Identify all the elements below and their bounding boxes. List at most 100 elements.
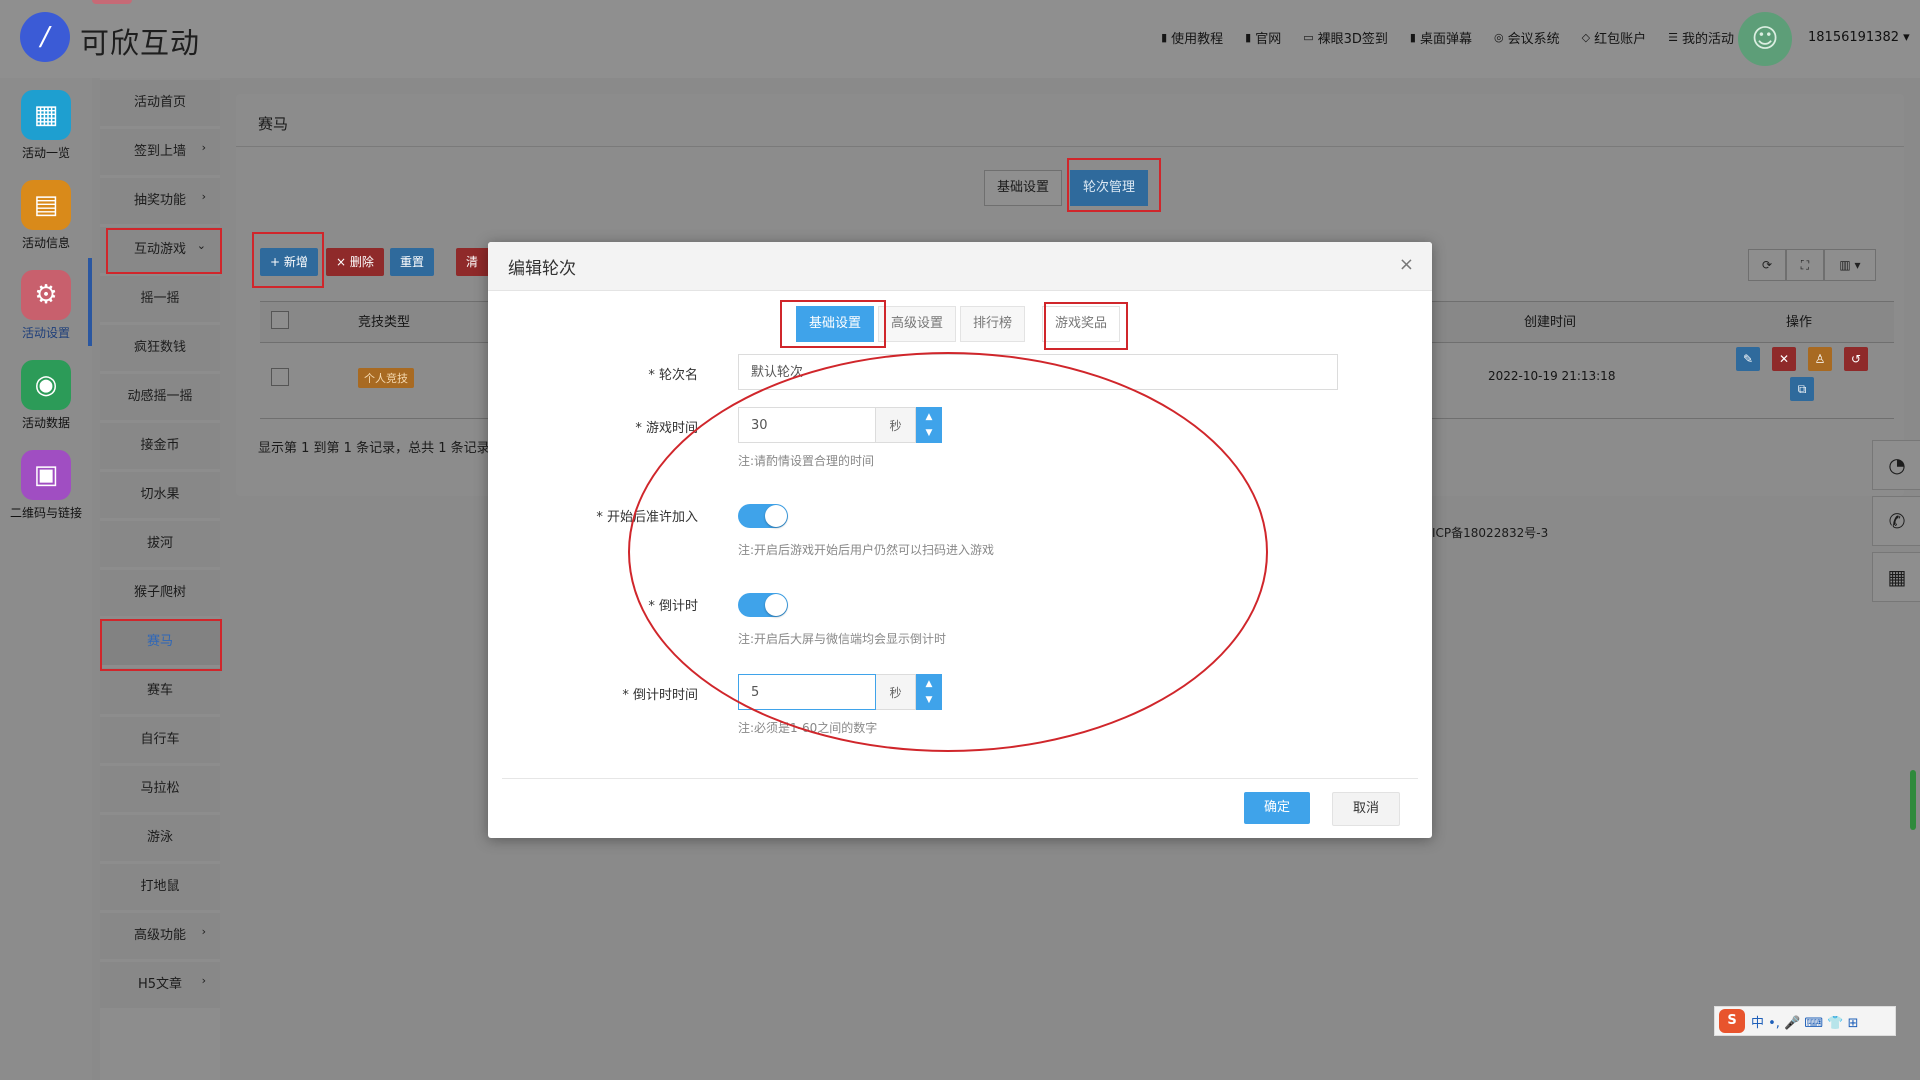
columns-toggle-icon[interactable]: ▥ ▾ xyxy=(1824,249,1876,281)
game-time-label: * 游戏时间 xyxy=(635,421,698,436)
submenu-monkey-climb[interactable]: 猴子爬树 xyxy=(100,570,220,616)
chevron-right-icon: › xyxy=(201,141,206,154)
gear-icon: ⚙ xyxy=(21,270,71,320)
rail-label: 活动数据 xyxy=(21,416,70,430)
user-phone-dropdown[interactable]: 18156191382 ▾ xyxy=(1808,30,1910,45)
submenu-cut-fruit[interactable]: 切水果 xyxy=(100,472,220,518)
submenu-advanced[interactable]: 高级功能 › xyxy=(100,913,220,959)
submenu-label: 猴子爬树 xyxy=(133,585,186,600)
user-icon[interactable]: ♙ xyxy=(1808,347,1832,371)
submenu-swimming[interactable]: 游泳 xyxy=(100,815,220,861)
nav-redpacket[interactable]: ◇ 红包账户 xyxy=(1582,28,1646,47)
highlight-games-menu xyxy=(106,228,222,274)
brand-name[interactable]: 可欣互动 xyxy=(80,20,200,62)
rail-item-info[interactable]: ▤ 活动信息 xyxy=(0,174,92,262)
scrollbar[interactable] xyxy=(1910,770,1916,830)
user-avatar[interactable]: ☺ xyxy=(1738,12,1792,66)
submenu-h5-article[interactable]: H5文章 › xyxy=(100,962,220,1008)
submenu-label: 动感摇一摇 xyxy=(127,389,193,404)
submenu-label: H5文章 xyxy=(137,977,183,992)
rail-label: 活动信息 xyxy=(21,236,70,250)
column-header-ops: 操作 xyxy=(1786,315,1813,330)
submenu-catch-coins[interactable]: 接金币 xyxy=(100,423,220,469)
column-header-created: 创建时间 xyxy=(1524,315,1577,330)
submenu-label: 接金币 xyxy=(140,438,180,453)
confirm-button[interactable]: 确定 xyxy=(1244,792,1311,824)
nav-3d-signin[interactable]: ▭ 裸眼3D签到 xyxy=(1303,28,1388,47)
submenu-label: 游泳 xyxy=(146,830,173,845)
submenu-label: 签到上墙 xyxy=(133,144,186,159)
tab-basic-settings[interactable]: 基础设置 xyxy=(984,170,1063,206)
close-icon[interactable]: × xyxy=(1399,254,1414,275)
highlight-prizes-tab xyxy=(1044,302,1128,350)
submenu-dynamic-shake[interactable]: 动感摇一摇 xyxy=(100,374,220,420)
submenu-bicycle[interactable]: 自行车 xyxy=(100,717,220,763)
tab-advanced[interactable]: 高级设置 xyxy=(878,306,957,342)
top-header: / 可欣互动 ▮ 使用教程 ▮ 官网 ▭ 裸眼3D签到 ▮ 桌面弹幕 ◎ 会议系统 ◇ 红包… xyxy=(0,0,1920,78)
dialog-title: 编辑轮次 xyxy=(508,259,576,279)
list-icon: ☰ xyxy=(1668,31,1678,44)
clear-button[interactable]: 清 xyxy=(456,248,490,276)
nav-tutorial[interactable]: ▮ 使用教程 xyxy=(1161,28,1223,47)
top-nav: ▮ 使用教程 ▮ 官网 ▭ 裸眼3D签到 ▮ 桌面弹幕 ◎ 会议系统 ◇ 红包账户 ☰ 我的活… xyxy=(1161,28,1734,47)
round-name-label: * 轮次名 xyxy=(648,368,698,383)
reset-icon[interactable]: ↺ xyxy=(1844,347,1868,371)
submenu-shake[interactable]: 摇一摇 xyxy=(100,276,220,322)
rail-item-overview[interactable]: ▦ 活动一览 xyxy=(0,84,92,172)
meeting-icon: ◎ xyxy=(1494,31,1504,44)
grid-icon: ▦ xyxy=(21,90,71,140)
database-icon: ◉ xyxy=(21,360,71,410)
edit-icon[interactable]: ✎ xyxy=(1736,347,1760,371)
ime-toolbar[interactable]: S 中 •, 🎤 ⌨ 👕 ⊞ xyxy=(1714,1006,1896,1036)
rail-item-data[interactable]: ◉ 活动数据 xyxy=(0,354,92,442)
submenu-car-race[interactable]: 赛车 xyxy=(100,668,220,714)
fullscreen-icon[interactable]: ⛶ xyxy=(1786,249,1824,281)
nav-meeting[interactable]: ◎ 会议系统 xyxy=(1494,28,1560,47)
submenu-signin[interactable]: 签到上墙 › xyxy=(100,129,220,175)
select-all-checkbox[interactable] xyxy=(271,311,289,329)
highlight-round-tab xyxy=(1067,158,1161,212)
delete-button[interactable]: × 删除 xyxy=(326,248,384,276)
nav-my-activity[interactable]: ☰ 我的活动 xyxy=(1668,28,1734,47)
column-header-type: 竞技类型 xyxy=(358,315,411,330)
submenu-count-money[interactable]: 疯狂数钱 xyxy=(100,325,220,371)
submenu-label: 赛车 xyxy=(146,683,173,698)
submenu-home[interactable]: 活动首页 xyxy=(100,80,220,126)
icp-record[interactable]: ICP备18022832号-3 xyxy=(1432,524,1548,541)
brand-logo-icon[interactable]: / xyxy=(20,12,70,62)
rail-label: 活动设置 xyxy=(21,326,70,340)
submenu-tug-of-war[interactable]: 拔河 xyxy=(100,521,220,567)
submenu-marathon[interactable]: 马拉松 xyxy=(100,766,220,812)
nav-label: 桌面弹幕 xyxy=(1419,32,1472,47)
submenu-whack-mole[interactable]: 打地鼠 xyxy=(100,864,220,910)
phone-icon[interactable]: ✆ xyxy=(1872,496,1920,546)
ime-status: 中 •, 🎤 ⌨ 👕 ⊞ xyxy=(1751,1015,1859,1031)
sogou-logo-icon: S xyxy=(1719,1009,1745,1033)
submenu-lottery[interactable]: 抽奖功能 › xyxy=(100,178,220,224)
tab-leaderboard[interactable]: 排行榜 xyxy=(960,306,1026,342)
reset-button[interactable]: 重置 xyxy=(390,248,435,276)
rail-label: 活动一览 xyxy=(21,146,70,160)
rail-item-settings[interactable]: ⚙ 活动设置 xyxy=(0,264,92,352)
notification-badge xyxy=(92,0,132,4)
dialog-header: 编辑轮次 × xyxy=(488,242,1432,291)
rail-item-qrcode[interactable]: ▣ 二维码与链接 xyxy=(0,444,92,532)
countdown-time-label: * 倒计时时间 xyxy=(622,688,698,703)
rail-label: 二维码与链接 xyxy=(9,506,82,520)
file-icon: ▤ xyxy=(21,180,71,230)
nav-website[interactable]: ▮ 官网 xyxy=(1245,28,1281,47)
qrcode-icon[interactable]: ▦ xyxy=(1872,552,1920,602)
nav-barrage[interactable]: ▮ 桌面弹幕 xyxy=(1410,28,1472,47)
shield-icon: ◇ xyxy=(1581,31,1591,44)
refresh-icon[interactable]: ⟳ xyxy=(1748,249,1786,281)
delete-icon[interactable]: ✕ xyxy=(1772,347,1796,371)
highlight-ellipse xyxy=(628,352,1268,752)
cancel-button[interactable]: 取消 xyxy=(1332,792,1401,826)
type-badge: 个人竞技 xyxy=(358,368,414,388)
nav-label: 官网 xyxy=(1255,32,1282,47)
divider xyxy=(236,146,1904,147)
row-checkbox[interactable] xyxy=(271,368,289,386)
copy-icon[interactable]: ⧉ xyxy=(1790,377,1814,401)
qq-icon[interactable]: ◔ xyxy=(1872,440,1920,490)
highlight-basic-tab xyxy=(780,300,886,348)
